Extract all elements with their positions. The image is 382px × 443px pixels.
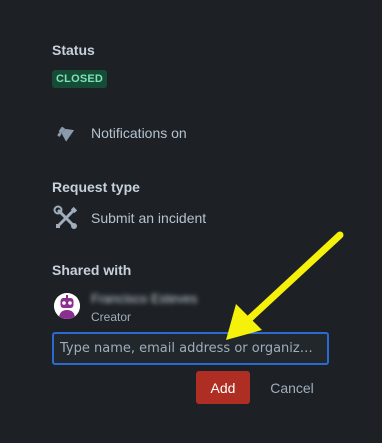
notifications-label: Notifications on [91,125,187,141]
request-type-row: Submit an incident [52,204,206,232]
shared-user-name: Francisco Esteves [91,291,198,306]
share-with-input[interactable] [52,332,329,365]
request-type-heading: Request type [52,179,140,195]
cancel-button[interactable]: Cancel [258,371,326,404]
notifications-toggle[interactable]: Notifications on [52,119,187,147]
add-button[interactable]: Add [196,371,250,404]
robot-avatar-icon[interactable] [54,293,80,319]
wrench-screwdriver-icon [52,204,80,232]
status-heading: Status [52,42,95,58]
shared-with-heading: Shared with [52,262,132,278]
megaphone-icon [52,119,80,147]
request-type-label: Submit an incident [91,210,207,226]
status-badge: CLOSED [52,70,108,88]
shared-user-role: Creator [91,310,132,324]
